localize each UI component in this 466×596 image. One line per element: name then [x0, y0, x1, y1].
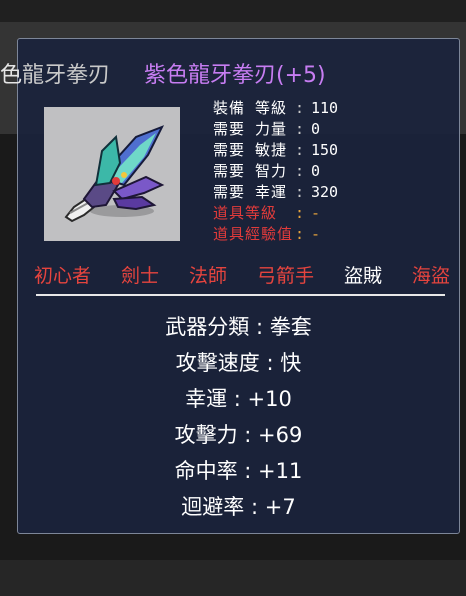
stat-row-req-dex: 需要 敏捷:150	[213, 140, 393, 161]
stat-value: 150	[311, 141, 339, 159]
stat-value: 0	[311, 162, 321, 180]
property-luk: 幸運 : +10	[185, 387, 292, 411]
stat-label: 需要 力量	[213, 120, 288, 138]
stat-separator: :	[295, 183, 305, 201]
job-beginner: 初心者	[34, 264, 92, 287]
property-attack: 攻擊力 : +69	[174, 423, 303, 447]
item-name-ghost-clip: 色	[0, 63, 23, 88]
stat-label: 需要 幸運	[213, 183, 288, 201]
background-bottom	[0, 560, 466, 596]
stat-row-req-str: 需要 力量:0	[213, 119, 393, 140]
item-name-ghost: 色龍牙拳刃	[0, 58, 110, 94]
stat-label: 道具等級	[213, 204, 278, 222]
property-accuracy: 命中率 : +11	[174, 459, 303, 483]
job-warrior: 劍士	[120, 264, 159, 287]
stat-label: 需要 敏捷	[213, 141, 288, 159]
stat-separator: :	[295, 225, 305, 243]
property-avoidability: 迴避率 : +7	[181, 495, 296, 519]
stat-label: 裝備 等級	[213, 99, 288, 117]
item-icon-frame	[44, 107, 180, 241]
job-bowman: 弓箭手	[256, 264, 314, 287]
stat-label: 需要 智力	[213, 162, 288, 180]
requirement-stats: 裝備 等級:110 需要 力量:0 需要 敏捷:150 需要 智力:0 需要 幸…	[213, 98, 393, 245]
stat-separator: :	[295, 141, 305, 159]
stat-row-item-level: 道具等級: -	[213, 203, 393, 224]
stat-row-item-exp: 道具經驗值: -	[213, 224, 393, 245]
job-thief: 盜賊	[343, 264, 382, 287]
stat-row-req-luk: 需要 幸運:320	[213, 182, 393, 203]
item-title-row: 色龍牙拳刃 紫色龍牙拳刃(+5)	[0, 58, 466, 94]
stat-label: 道具經驗值	[213, 225, 294, 243]
divider	[36, 294, 445, 296]
stat-value: -	[311, 225, 321, 243]
stat-separator: :	[295, 120, 305, 138]
stat-value: 0	[311, 120, 321, 138]
job-requirements: 初心者 劍士 法師 弓箭手 盜賊 海盜	[34, 258, 450, 290]
claw-weapon-icon	[64, 125, 165, 223]
background-top	[0, 0, 466, 22]
stat-separator: :	[295, 99, 305, 117]
property-weapon-type: 武器分類 : 拳套	[165, 315, 312, 339]
stat-value: -	[311, 204, 321, 222]
stat-separator: :	[295, 204, 305, 222]
stat-value: 110	[311, 99, 339, 117]
job-pirate: 海盜	[411, 264, 450, 287]
stat-value: 320	[311, 183, 339, 201]
item-properties: 武器分類 : 拳套 攻擊速度 : 快 幸運 : +10 攻擊力 : +69 命中…	[17, 309, 460, 525]
stat-separator: :	[295, 162, 305, 180]
stat-row-req-int: 需要 智力:0	[213, 161, 393, 182]
stat-row-equip-level: 裝備 等級:110	[213, 98, 393, 119]
item-name-ghost-text: 龍牙拳刃	[22, 63, 111, 88]
job-magician: 法師	[188, 264, 227, 287]
item-name: 紫色龍牙拳刃(+5)	[144, 63, 326, 88]
property-attack-speed: 攻擊速度 : 快	[175, 351, 302, 375]
